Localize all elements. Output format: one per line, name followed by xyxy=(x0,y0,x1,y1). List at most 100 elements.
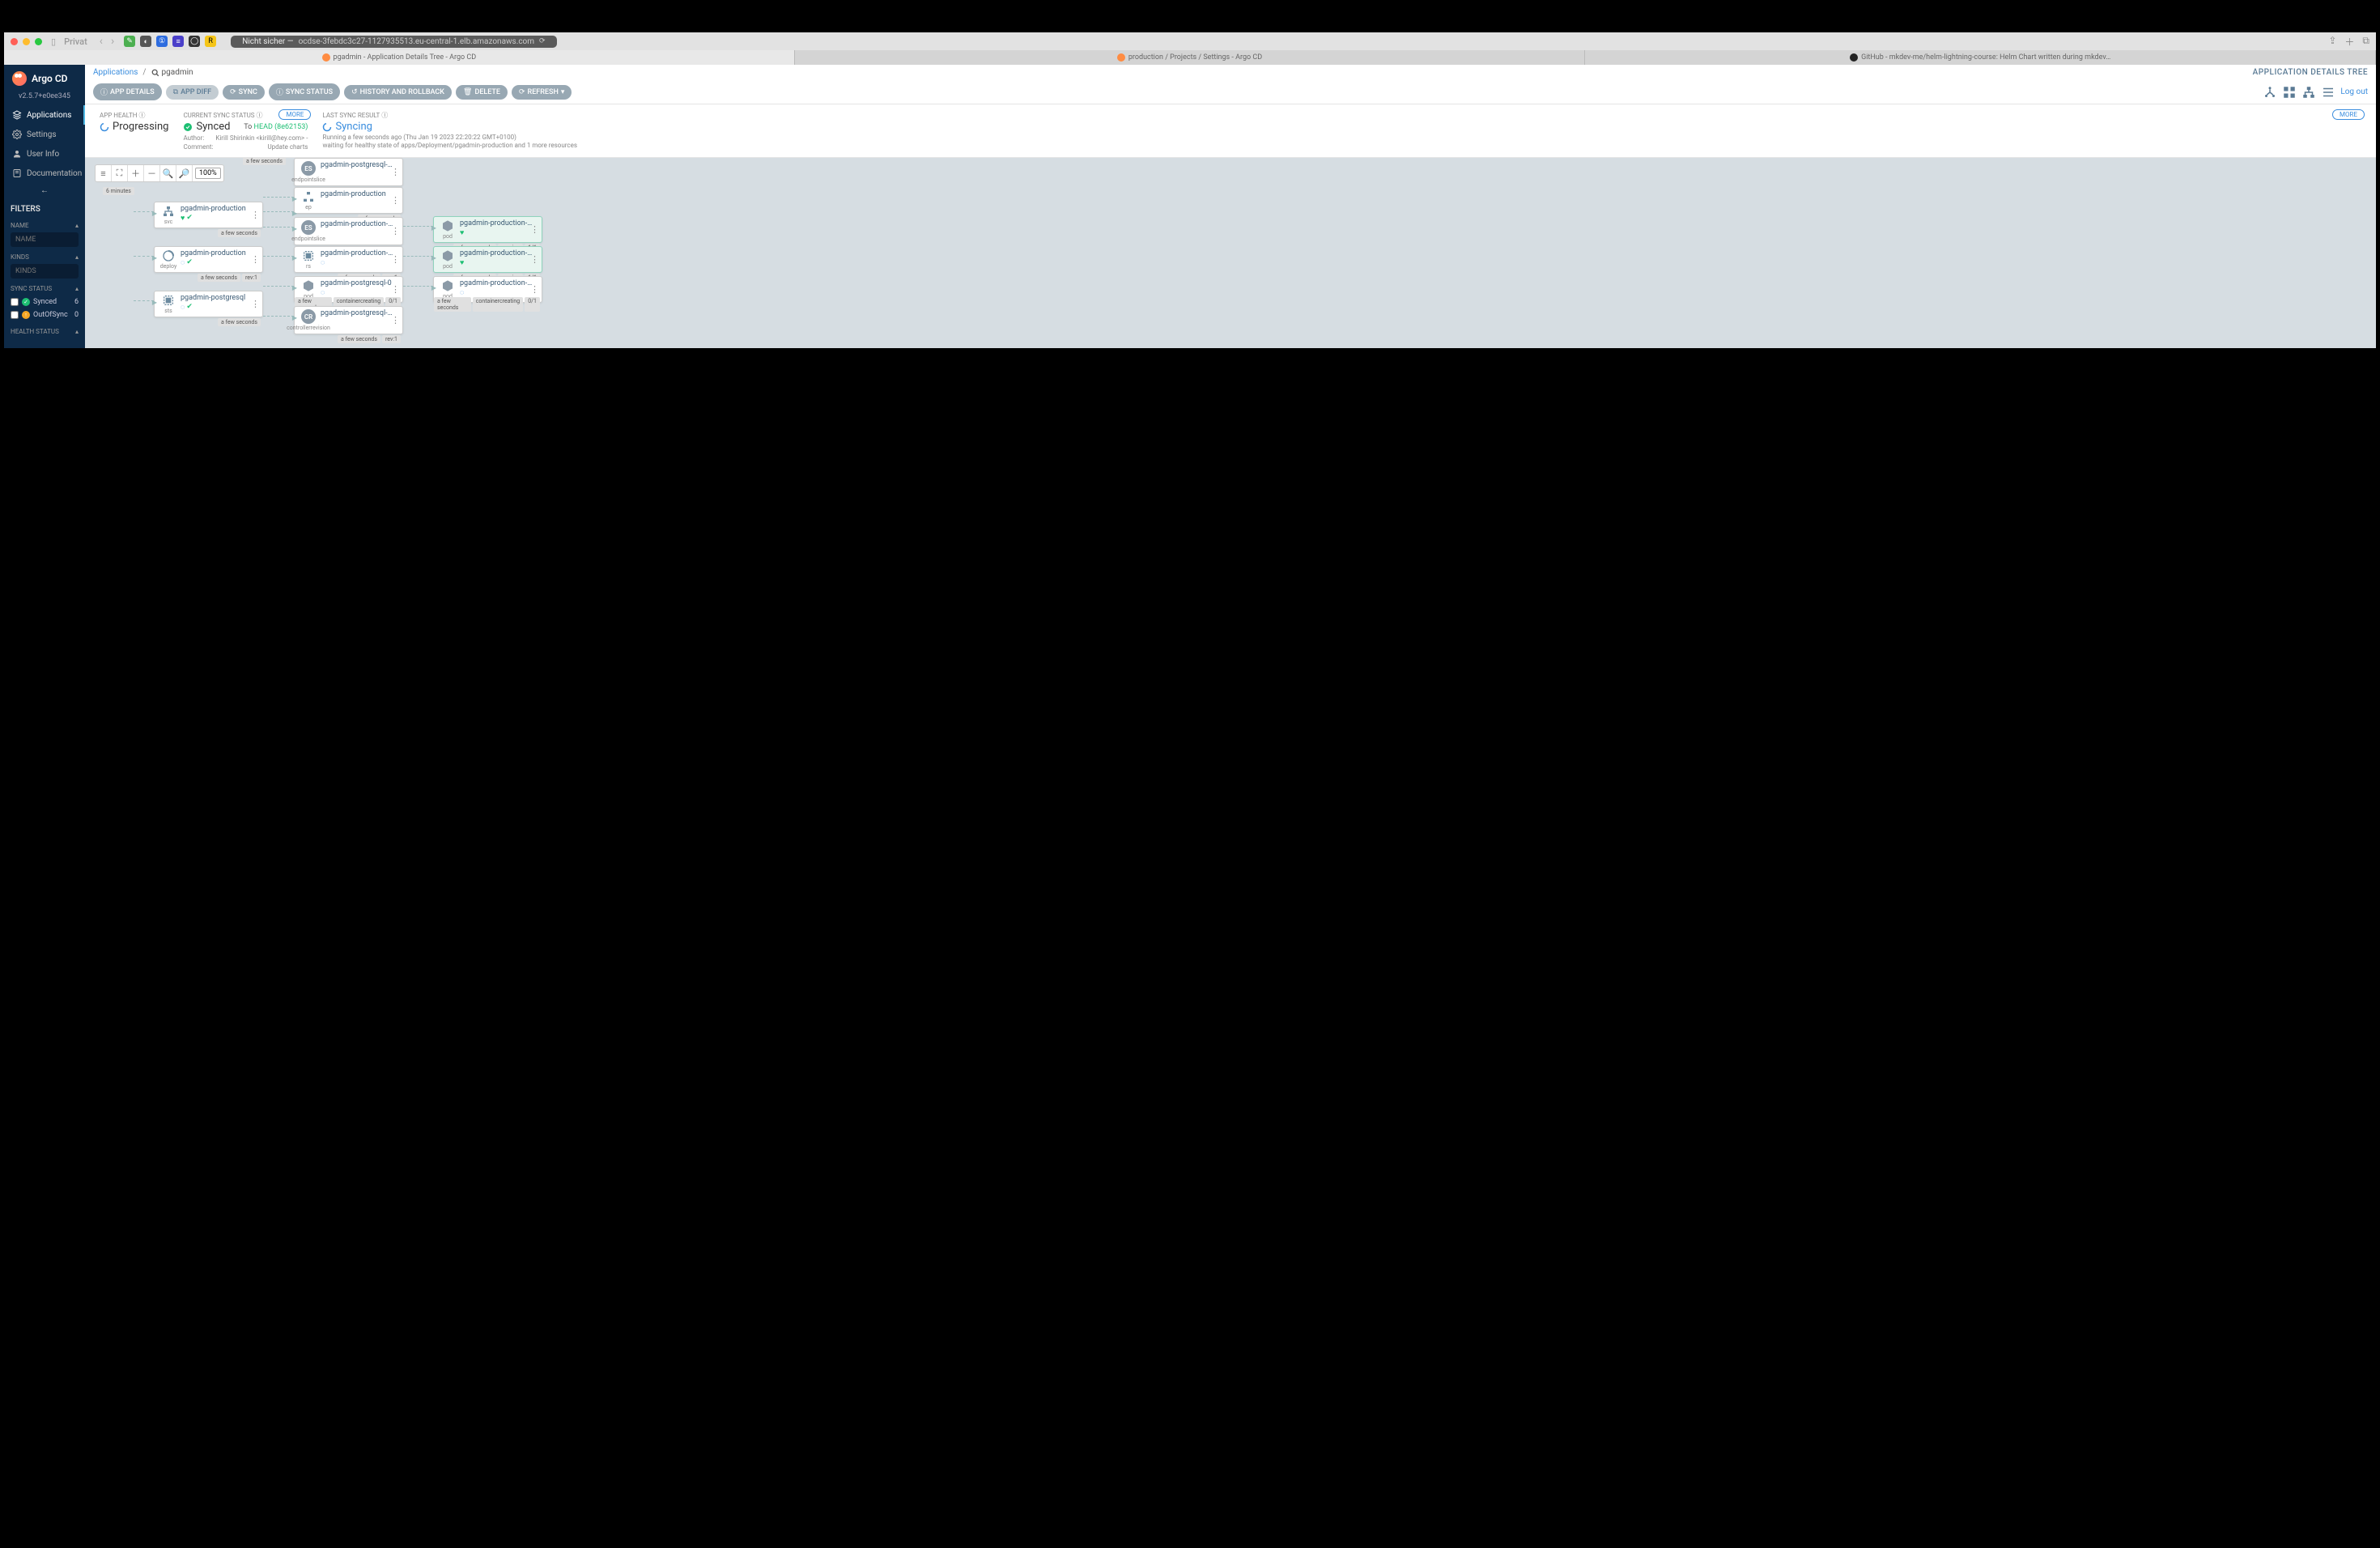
close-window-icon[interactable] xyxy=(11,38,18,45)
progressing-icon: ◌ xyxy=(321,288,325,297)
tree-node-endpointslice[interactable]: ESendpointslice pgadmin-postgresql-hl-mz… xyxy=(294,158,403,186)
edge: ▶ xyxy=(134,211,154,212)
ext-icon[interactable]: ◯ xyxy=(189,36,200,47)
node-menu-icon[interactable]: ⋮ xyxy=(530,257,539,261)
filter-name-input[interactable] xyxy=(11,232,79,247)
tree-node-endpoint[interactable]: ep pgadmin-production ⋮ a few seconds xyxy=(294,187,403,214)
ext-r-icon[interactable]: R xyxy=(205,36,216,47)
sidebar-toggle-icon[interactable]: ▯ xyxy=(49,36,58,47)
tree-node-replicaset[interactable]: rs pgadmin-production-5c9bdc…◌ ⋮ a few s… xyxy=(294,246,403,273)
nav-userinfo[interactable]: User Info xyxy=(4,144,85,164)
info-icon[interactable]: ⓘ xyxy=(381,111,388,120)
tree-node-pod[interactable]: pod pgadmin-production-5c9bdc…◌ ⋮ a few … xyxy=(433,276,542,303)
app-search[interactable]: pgadmin xyxy=(151,68,193,77)
forward-icon[interactable]: › xyxy=(108,35,117,48)
zoom-minus-icon[interactable]: － xyxy=(144,165,160,181)
filter-outofsync-checkbox[interactable] xyxy=(11,311,19,319)
tree-node-deploy[interactable]: deploy pgadmin-production◌✔ ⋮ a few seco… xyxy=(154,246,263,273)
nav-documentation[interactable]: Documentation xyxy=(4,164,85,183)
node-menu-icon[interactable]: ⋮ xyxy=(251,213,260,216)
nav-applications[interactable]: Applications xyxy=(4,105,85,125)
more-sync-button[interactable]: MORE xyxy=(278,109,311,120)
zoom-in-icon[interactable]: 🔍 xyxy=(160,165,176,181)
grid-view-icon[interactable] xyxy=(2282,85,2297,100)
filter-synced-checkbox[interactable] xyxy=(11,298,19,306)
tree-node-pod[interactable]: pod pgadmin-postgresql-0◌ ⋮ a few second… xyxy=(294,276,403,303)
synced-icon: ✓ xyxy=(22,298,30,306)
refresh-button[interactable]: ⟳REFRESH▾ xyxy=(512,85,572,100)
maximize-window-icon[interactable] xyxy=(35,38,42,45)
collapse-icon[interactable]: ▴ xyxy=(75,285,79,292)
node-menu-icon[interactable]: ⋮ xyxy=(251,257,260,261)
collapse-sidebar-icon[interactable]: ← xyxy=(4,183,85,198)
breadcrumb-root[interactable]: Applications xyxy=(93,68,138,77)
node-menu-icon[interactable]: ⋮ xyxy=(391,198,400,202)
ext-icon[interactable]: ≡ xyxy=(172,36,184,47)
tree-node-pod[interactable]: pod pgadmin-production-5c9bdc…♥ ⋮ a few … xyxy=(433,246,542,273)
tree-node-controllerrevision[interactable]: CRcontrollerrevision pgadmin-postgresql-… xyxy=(294,306,403,334)
sync-button[interactable]: ⟳SYNC xyxy=(223,85,265,100)
tabs-icon[interactable]: ⧉ xyxy=(2362,35,2369,49)
1password-ext-icon[interactable]: ① xyxy=(156,36,168,47)
new-tab-icon[interactable]: ＋ xyxy=(2344,35,2354,49)
argo-logo-icon xyxy=(12,71,27,86)
info-icon[interactable]: ⓘ xyxy=(138,111,145,120)
node-menu-icon[interactable]: ⋮ xyxy=(391,287,400,291)
sync-status-button[interactable]: ⓘSYNC STATUS xyxy=(269,83,340,100)
fit-icon[interactable]: ⛶ xyxy=(112,165,128,181)
history-button[interactable]: ↺HISTORY AND ROLLBACK xyxy=(344,85,452,100)
zoom-plus-icon[interactable]: ＋ xyxy=(128,165,144,181)
node-menu-icon[interactable]: ⋮ xyxy=(530,228,539,231)
network-view-icon[interactable] xyxy=(2301,85,2316,100)
edge: ▶ xyxy=(403,226,433,227)
app-details-button[interactable]: ⓘAPP DETAILS xyxy=(93,83,162,100)
node-menu-icon[interactable]: ⋮ xyxy=(391,257,400,261)
filter-syncstatus-label: SYNC STATUS xyxy=(11,285,52,292)
more-last-button[interactable]: MORE xyxy=(2332,109,2365,120)
node-menu-icon[interactable]: ⋮ xyxy=(251,302,260,305)
back-icon[interactable]: ‹ xyxy=(96,35,106,48)
app-diff-button[interactable]: ⧉APP DIFF xyxy=(166,85,219,100)
address-bar[interactable]: Nicht sicher — ocdse-3febdc3c27-11279355… xyxy=(231,36,556,48)
collapse-icon[interactable]: ▴ xyxy=(75,328,79,335)
sync-icon: ⟳ xyxy=(230,88,236,96)
browser-tab[interactable]: pgadmin - Application Details Tree - Arg… xyxy=(4,50,795,65)
browser-tab[interactable]: production / Projects / Settings - Argo … xyxy=(795,50,1586,65)
resource-tree[interactable]: ≡ ⛶ ＋ － 🔍 🔎 100% 6 minutes svc pgadmin-p… xyxy=(85,158,2376,348)
browser-tab[interactable]: GitHub - mkdev-me/helm-lightning-course:… xyxy=(1585,50,2376,65)
tree-view-icon[interactable] xyxy=(2263,85,2277,100)
info-icon[interactable]: ⓘ xyxy=(257,111,263,120)
tree-node-svc[interactable]: svc pgadmin-production♥✔ ⋮ a few seconds xyxy=(154,202,263,228)
edge: ▶ xyxy=(263,211,294,212)
node-menu-icon[interactable]: ⋮ xyxy=(391,170,400,173)
tree-node-endpointslice[interactable]: ESendpointslice pgadmin-production-5q5gc… xyxy=(294,217,403,245)
tree-toolbar: ≡ ⛶ ＋ － 🔍 🔎 100% xyxy=(95,164,224,182)
shield-ext-icon[interactable]: ◐ xyxy=(140,36,151,47)
list-view-icon[interactable] xyxy=(2321,85,2335,100)
check-icon: ✔ xyxy=(186,258,193,267)
collapse-icon[interactable]: ▴ xyxy=(75,253,79,261)
trash-icon: 🗑 xyxy=(463,88,472,96)
minimize-window-icon[interactable] xyxy=(23,38,30,45)
node-menu-icon[interactable]: ⋮ xyxy=(391,229,400,232)
filter-synced-row[interactable]: ✓ Synced 6 xyxy=(11,296,79,308)
share-icon[interactable]: ⇪ xyxy=(2328,35,2336,49)
layout-icon[interactable]: ≡ xyxy=(96,165,112,181)
zoom-out-icon[interactable]: 🔎 xyxy=(176,165,193,181)
collapse-icon[interactable]: ▴ xyxy=(75,222,79,229)
root-age-chip: 6 minutes xyxy=(103,187,134,195)
revision-link[interactable]: HEAD (8e62153) xyxy=(254,123,308,131)
nav-settings[interactable]: Settings xyxy=(4,125,85,144)
filter-kinds-input[interactable] xyxy=(11,264,79,279)
evernote-ext-icon[interactable]: ✎ xyxy=(124,36,135,47)
app-health-label: APP HEALTH ⓘ xyxy=(100,111,168,120)
node-menu-icon[interactable]: ⋮ xyxy=(530,287,539,291)
tree-node-pod[interactable]: pod pgadmin-production-5c9bdc…♥ ⋮ a few … xyxy=(433,216,542,243)
heart-icon: ♥ xyxy=(460,228,464,237)
delete-button[interactable]: 🗑DELETE xyxy=(456,85,508,100)
tree-node-sts[interactable]: sts pgadmin-postgresql◌✔ ⋮ a few seconds xyxy=(154,291,263,317)
filter-outofsync-row[interactable]: ↑ OutOfSync 0 xyxy=(11,308,79,321)
node-menu-icon[interactable]: ⋮ xyxy=(391,318,400,321)
logout-link[interactable]: Log out xyxy=(2340,87,2368,96)
sync-status-value: Synced To HEAD (8e62153) xyxy=(183,121,308,133)
